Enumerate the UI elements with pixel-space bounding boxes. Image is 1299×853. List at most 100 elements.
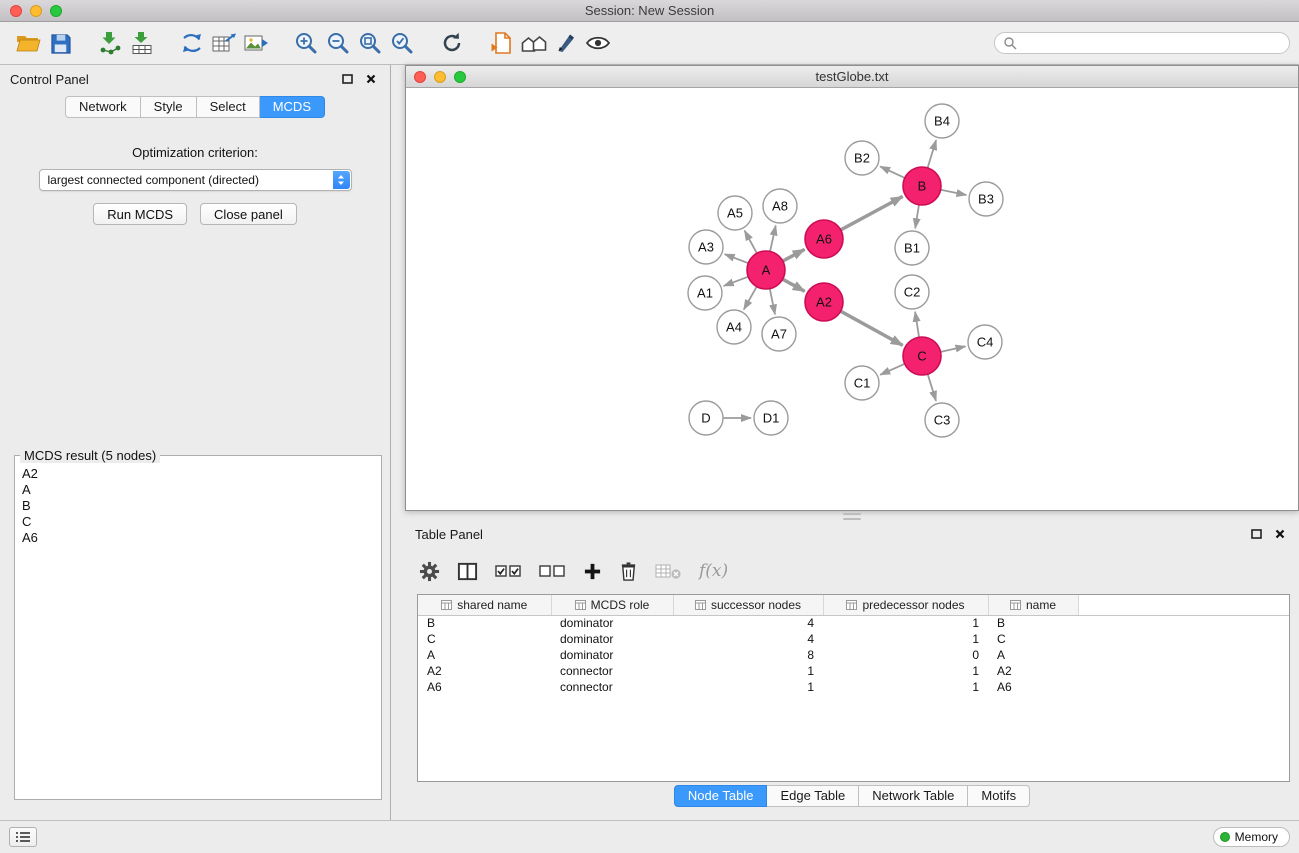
network-node-C3[interactable]: C3 xyxy=(925,403,959,437)
save-session-button[interactable] xyxy=(44,26,76,60)
tab-motifs[interactable]: Motifs xyxy=(968,785,1030,807)
mcds-result-item[interactable]: A2 xyxy=(17,466,379,482)
style-pen-button[interactable] xyxy=(550,26,582,60)
table-settings-button[interactable] xyxy=(419,561,440,582)
horizontal-splitter-handle[interactable] xyxy=(843,513,861,520)
network-edge-C-C3[interactable] xyxy=(928,374,936,401)
apply-layout-button[interactable] xyxy=(176,26,208,60)
close-panel-action-button[interactable]: Close panel xyxy=(200,203,297,225)
network-node-A6[interactable]: A6 xyxy=(805,220,843,258)
network-edge-A-A8[interactable] xyxy=(770,226,776,252)
network-minimize-button[interactable] xyxy=(434,71,446,83)
float-panel-button[interactable] xyxy=(338,71,356,87)
table-row[interactable]: Adominator80A xyxy=(418,647,1289,663)
network-node-A5[interactable]: A5 xyxy=(718,196,752,230)
tab-mcds[interactable]: MCDS xyxy=(260,96,325,118)
network-edge-A-A6[interactable] xyxy=(783,249,805,261)
network-edge-C-C4[interactable] xyxy=(941,346,966,352)
table-row[interactable]: A6connector11A6 xyxy=(418,679,1289,695)
network-edge-A-A5[interactable] xyxy=(745,231,757,254)
run-mcds-button[interactable]: Run MCDS xyxy=(93,203,187,225)
network-node-A8[interactable]: A8 xyxy=(763,189,797,223)
tab-style[interactable]: Style xyxy=(141,96,197,118)
tab-edge-table[interactable]: Edge Table xyxy=(767,785,859,807)
network-node-B2[interactable]: B2 xyxy=(845,141,879,175)
mcds-result-item[interactable]: A xyxy=(17,482,379,498)
home-button[interactable] xyxy=(518,26,550,60)
network-edge-A-A2[interactable] xyxy=(783,279,805,291)
tab-network-table[interactable]: Network Table xyxy=(859,785,968,807)
network-node-A4[interactable]: A4 xyxy=(717,310,751,344)
network-node-A[interactable]: A xyxy=(747,251,785,289)
mcds-result-item[interactable]: A6 xyxy=(17,530,379,546)
network-edge-B-B4[interactable] xyxy=(928,140,937,168)
network-node-C[interactable]: C xyxy=(903,337,941,375)
network-node-B[interactable]: B xyxy=(903,167,941,205)
network-snapshot-button[interactable] xyxy=(486,26,518,60)
table-row[interactable]: A2connector11A2 xyxy=(418,663,1289,679)
mcds-result-item[interactable]: B xyxy=(17,498,379,514)
network-node-C1[interactable]: C1 xyxy=(845,366,879,400)
network-node-D[interactable]: D xyxy=(689,401,723,435)
import-network-button[interactable] xyxy=(94,26,126,60)
close-panel-button[interactable] xyxy=(362,71,380,87)
network-edge-B-B1[interactable] xyxy=(915,205,919,228)
network-edge-A2-C[interactable] xyxy=(841,311,903,345)
network-edge-C-C2[interactable] xyxy=(915,312,919,337)
show-hide-button[interactable] xyxy=(582,26,614,60)
refresh-network-button[interactable] xyxy=(436,26,468,60)
export-image-button[interactable] xyxy=(240,26,272,60)
zoom-in-button[interactable] xyxy=(290,26,322,60)
network-node-C2[interactable]: C2 xyxy=(895,275,929,309)
table-close-panel-button[interactable] xyxy=(1271,526,1289,542)
export-table-button[interactable] xyxy=(208,26,240,60)
memory-button[interactable]: Memory xyxy=(1213,827,1290,847)
zoom-out-button[interactable] xyxy=(322,26,354,60)
zoom-fit-button[interactable] xyxy=(354,26,386,60)
network-edge-B-B2[interactable] xyxy=(880,166,905,178)
table-row[interactable]: Cdominator41C xyxy=(418,631,1289,647)
column-header-MCDS-role[interactable]: MCDS role xyxy=(551,595,673,615)
tab-select[interactable]: Select xyxy=(197,96,260,118)
tab-network[interactable]: Network xyxy=(65,96,141,118)
column-header-shared-name[interactable]: shared name xyxy=(418,595,551,615)
network-edge-A-A3[interactable] xyxy=(725,254,749,263)
mcds-result-list[interactable]: A2ABCA6 xyxy=(17,466,379,797)
network-close-button[interactable] xyxy=(414,71,426,83)
zoom-selected-button[interactable] xyxy=(386,26,418,60)
delete-column-button[interactable] xyxy=(619,561,638,582)
remove-table-button-disabled[interactable] xyxy=(655,561,682,581)
zoom-window-button[interactable] xyxy=(50,5,62,17)
network-node-A1[interactable]: A1 xyxy=(688,276,722,310)
network-node-D1[interactable]: D1 xyxy=(754,401,788,435)
column-header-name[interactable]: name xyxy=(988,595,1078,615)
network-edge-B-B3[interactable] xyxy=(941,190,967,195)
network-node-B3[interactable]: B3 xyxy=(969,182,1003,216)
search-input[interactable] xyxy=(1021,36,1289,50)
tab-node-table[interactable]: Node Table xyxy=(674,785,768,807)
deselect-all-columns-button[interactable] xyxy=(539,561,566,581)
add-column-button[interactable] xyxy=(583,562,602,581)
mcds-result-item[interactable]: C xyxy=(17,514,379,530)
column-header-successor-nodes[interactable]: successor nodes xyxy=(673,595,823,615)
network-canvas[interactable]: B4B2BB3A5A8A6A3B1AA1C2A2A4A7C4CC1DD1C3 xyxy=(406,88,1298,510)
network-edge-A-A1[interactable] xyxy=(724,277,749,286)
network-node-A2[interactable]: A2 xyxy=(805,283,843,321)
minimize-window-button[interactable] xyxy=(30,5,42,17)
import-table-button[interactable] xyxy=(126,26,158,60)
task-history-button[interactable] xyxy=(9,827,37,847)
network-edge-A-A4[interactable] xyxy=(744,287,757,310)
table-row[interactable]: Bdominator41B xyxy=(418,615,1289,631)
split-columns-button[interactable] xyxy=(457,561,478,582)
select-all-columns-button[interactable] xyxy=(495,561,522,581)
network-node-C4[interactable]: C4 xyxy=(968,325,1002,359)
network-node-B1[interactable]: B1 xyxy=(895,231,929,265)
open-session-button[interactable] xyxy=(12,26,44,60)
close-window-button[interactable] xyxy=(10,5,22,17)
network-node-A7[interactable]: A7 xyxy=(762,317,796,351)
network-edge-A-A7[interactable] xyxy=(770,289,775,315)
network-zoom-button[interactable] xyxy=(454,71,466,83)
network-node-A3[interactable]: A3 xyxy=(689,230,723,264)
column-header-predecessor-nodes[interactable]: predecessor nodes xyxy=(823,595,988,615)
criterion-dropdown[interactable]: largest connected component (directed) xyxy=(39,169,352,191)
